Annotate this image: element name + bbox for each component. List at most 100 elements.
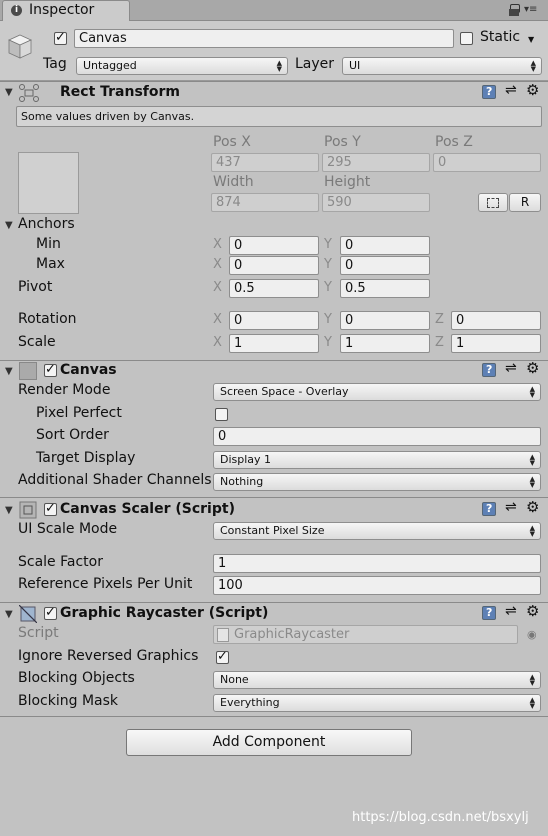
script-label: Script	[18, 625, 59, 641]
height-field[interactable]: 590	[322, 193, 430, 212]
pivot-y-field[interactable]: 0.5	[340, 279, 430, 298]
context-menu-icon[interactable]: ▾≡	[524, 4, 537, 15]
render-mode-value: Screen Space - Overlay	[220, 385, 349, 398]
static-checkbox[interactable]	[460, 32, 473, 45]
scale-x-field[interactable]: 1	[229, 334, 319, 353]
object-name-field[interactable]: Canvas	[74, 29, 454, 48]
rotation-x-field[interactable]: 0	[229, 311, 319, 330]
tab-inspector-label: Inspector	[29, 2, 95, 18]
canvas-title: Canvas	[60, 362, 117, 378]
foldout-arrow-icon[interactable]: ▼	[5, 505, 13, 516]
sort-order-field[interactable]: 0	[213, 427, 541, 446]
ui-scale-mode-dropdown[interactable]: Constant Pixel Size ▲ ▼	[213, 522, 541, 540]
graphic-raycaster-title: Graphic Raycaster (Script)	[60, 605, 269, 621]
ref-ppu-field[interactable]: 100	[213, 576, 541, 595]
blueprint-mode-button[interactable]	[478, 193, 508, 212]
foldout-arrow-icon[interactable]: ▼	[5, 609, 13, 620]
layer-label: Layer	[295, 56, 335, 72]
graphic-raycaster-enabled-checkbox[interactable]	[44, 605, 57, 620]
scale-z-axis: Z	[435, 335, 444, 350]
gear-icon[interactable]: ⚙	[526, 602, 539, 620]
dropdown-arrow-icon: ▲ ▼	[529, 696, 535, 710]
pos-x-field[interactable]: 437	[211, 153, 319, 172]
max-y-axis: Y	[324, 257, 332, 272]
rot-x-axis: X	[213, 312, 222, 327]
foldout-arrow-icon[interactable]: ▼	[5, 87, 13, 98]
presets-icon[interactable]: ⇌	[505, 499, 517, 515]
blocking-mask-label: Blocking Mask	[18, 693, 119, 709]
scale-x-axis: X	[213, 335, 222, 350]
blocking-objects-dropdown[interactable]: None ▲ ▼	[213, 671, 541, 689]
layer-dropdown[interactable]: UI ▲ ▼	[342, 57, 542, 75]
width-label: Width	[213, 174, 254, 190]
dropdown-arrow-icon: ▲ ▼	[276, 59, 282, 73]
add-component-button[interactable]: Add Component	[126, 729, 412, 756]
script-object-field[interactable]: GraphicRaycaster	[213, 625, 518, 644]
anchor-max-x-field[interactable]: 0	[229, 256, 319, 275]
gear-icon[interactable]: ⚙	[526, 498, 539, 516]
script-value: GraphicRaycaster	[234, 627, 350, 642]
gameobject-cube-icon	[8, 34, 32, 59]
render-mode-dropdown[interactable]: Screen Space - Overlay ▲ ▼	[213, 383, 541, 401]
pos-x-label: Pos X	[213, 134, 251, 150]
foldout-arrow-icon[interactable]: ▼	[5, 366, 13, 377]
rotation-z-field[interactable]: 0	[451, 311, 541, 330]
presets-icon[interactable]: ⇌	[505, 82, 517, 98]
target-display-dropdown[interactable]: Display 1 ▲ ▼	[213, 451, 541, 469]
blocking-mask-dropdown[interactable]: Everything ▲ ▼	[213, 694, 541, 712]
dropdown-arrow-icon: ▲ ▼	[530, 59, 536, 73]
tab-inspector[interactable]: i Inspector	[2, 0, 130, 21]
pixel-perfect-label: Pixel Perfect	[36, 405, 122, 421]
presets-icon[interactable]: ⇌	[505, 603, 517, 619]
sort-order-label: Sort Order	[36, 427, 109, 443]
canvas-scaler-enabled-checkbox[interactable]	[44, 501, 57, 516]
ui-scale-mode-value: Constant Pixel Size	[220, 524, 325, 537]
scale-factor-field[interactable]: 1	[213, 554, 541, 573]
pixel-perfect-checkbox[interactable]	[215, 408, 228, 421]
shader-channels-dropdown[interactable]: Nothing ▲ ▼	[213, 473, 541, 491]
scale-z-field[interactable]: 1	[451, 334, 541, 353]
height-label: Height	[324, 174, 371, 190]
ui-scale-mode-label: UI Scale Mode	[18, 521, 118, 537]
gear-icon[interactable]: ⚙	[526, 81, 539, 99]
tag-dropdown[interactable]: Untagged ▲ ▼	[76, 57, 288, 75]
raw-edit-button[interactable]: R	[509, 193, 541, 212]
help-icon[interactable]	[482, 606, 496, 620]
min-y-axis: Y	[324, 237, 332, 252]
dropdown-arrow-icon: ▲ ▼	[529, 475, 535, 489]
anchor-min-y-field[interactable]: 0	[340, 236, 430, 255]
help-icon[interactable]	[482, 502, 496, 516]
rot-z-axis: Z	[435, 312, 444, 327]
object-picker-icon[interactable]: ◉	[527, 628, 537, 641]
dropdown-arrow-icon: ▲ ▼	[529, 453, 535, 467]
anchors-foldout-icon[interactable]: ▼	[5, 220, 13, 231]
presets-icon[interactable]: ⇌	[505, 360, 517, 376]
anchor-max-y-field[interactable]: 0	[340, 256, 430, 275]
blocking-objects-label: Blocking Objects	[18, 670, 135, 686]
min-x-axis: X	[213, 237, 222, 252]
rot-y-axis: Y	[324, 312, 332, 327]
static-dropdown-icon[interactable]: ▼	[528, 35, 534, 44]
gear-icon[interactable]: ⚙	[526, 359, 539, 377]
driven-info-box: Some values driven by Canvas.	[16, 106, 542, 127]
pos-y-field[interactable]: 295	[322, 153, 430, 172]
tag-label: Tag	[43, 56, 67, 72]
rotation-y-field[interactable]: 0	[340, 311, 430, 330]
canvas-enabled-checkbox[interactable]	[44, 362, 57, 377]
width-field[interactable]: 874	[211, 193, 319, 212]
active-checkbox[interactable]	[54, 30, 67, 45]
pivot-x-field[interactable]: 0.5	[229, 279, 319, 298]
scale-y-field[interactable]: 1	[340, 334, 430, 353]
pos-z-field[interactable]: 0	[433, 153, 541, 172]
render-mode-label: Render Mode	[18, 382, 111, 398]
dropdown-arrow-icon: ▲ ▼	[529, 385, 535, 399]
target-display-value: Display 1	[220, 453, 272, 466]
anchor-min-x-field[interactable]: 0	[229, 236, 319, 255]
script-file-icon	[217, 628, 229, 642]
anchor-presets-button[interactable]	[18, 152, 79, 214]
lock-icon[interactable]	[509, 9, 519, 16]
ignore-reversed-checkbox[interactable]	[216, 649, 229, 664]
help-icon[interactable]	[482, 363, 496, 377]
help-icon[interactable]	[482, 85, 496, 99]
shader-channels-value: Nothing	[220, 475, 264, 488]
